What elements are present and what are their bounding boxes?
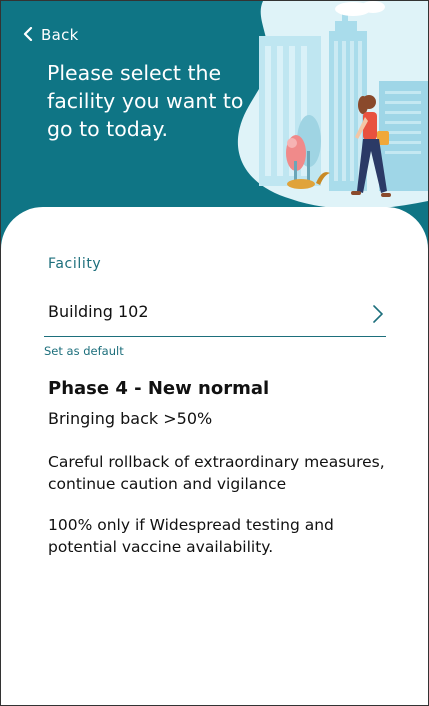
chevron-left-icon <box>23 26 33 45</box>
back-label: Back <box>41 26 79 44</box>
phase-subtitle: Bringing back >50% <box>48 409 213 428</box>
facility-label: Facility <box>48 256 102 272</box>
app-window: Back Please select the facility you want… <box>0 0 429 706</box>
page-title: Please select the facility you want to g… <box>47 61 244 141</box>
phase-title: Phase 4 - New normal <box>48 378 270 399</box>
phase-description-2: 100% only if Widespread testing and pote… <box>48 516 334 556</box>
facility-selector[interactable]: Building 102 <box>44 295 386 337</box>
back-button[interactable]: Back <box>23 23 79 47</box>
set-as-default-link[interactable]: Set as default <box>44 344 124 358</box>
facility-value: Building 102 <box>48 302 149 321</box>
phase-description-1: Careful rollback of extraordinary measur… <box>48 453 385 493</box>
chevron-right-icon <box>372 304 384 328</box>
